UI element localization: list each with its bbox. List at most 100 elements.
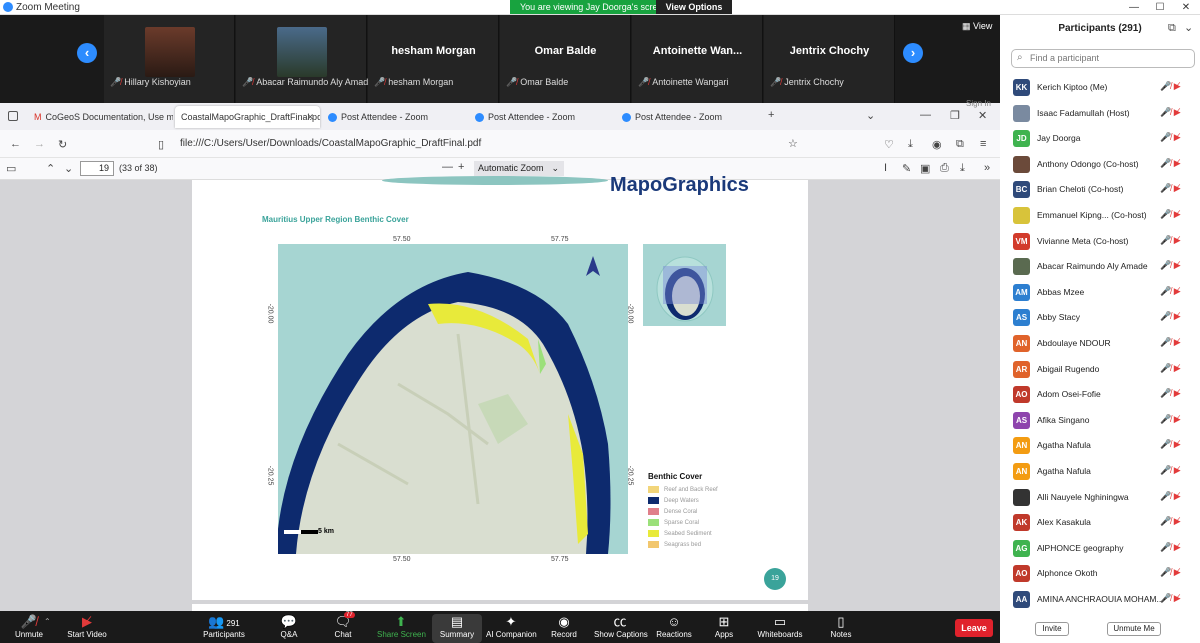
participant-row[interactable]: AA AMINA ANCHRAOUIA MOHAM... 🎤̸ ▶̸ — [1000, 589, 1200, 615]
tab-list-icon[interactable]: ⌄ — [866, 109, 875, 122]
participant-row[interactable]: Emmanuel Kipng... (Co-host) 🎤̸ ▶̸ — [1000, 205, 1200, 231]
record-button[interactable]: ◉ Record — [550, 614, 578, 643]
participants-button[interactable]: 👥 291 Participants — [200, 614, 248, 643]
participant-row[interactable]: AN Agatha Nafula 🎤̸ ▶̸ — [1000, 461, 1200, 487]
text-tool-icon[interactable]: I — [884, 162, 887, 174]
pdf-sidebar-icon[interactable]: ▭ — [6, 162, 16, 175]
participant-row[interactable]: JD Jay Doorga 🎤̸ ▶̸ — [1000, 128, 1200, 154]
notes-button[interactable]: ▯ Notes — [828, 614, 854, 643]
participant-row[interactable]: AS Afika Singano 🎤̸ ▶̸ — [1000, 410, 1200, 436]
map-title: Mauritius Upper Region Benthic Cover — [262, 215, 409, 224]
print-icon[interactable]: ⎙ — [940, 162, 949, 175]
leave-button[interactable]: Leave — [955, 619, 993, 637]
map-legend: Benthic Cover Reef and Back Reef Deep Wa… — [648, 472, 718, 552]
participant-row[interactable]: AN Abdoulaye NDOUR 🎤̸ ▶̸ — [1000, 333, 1200, 359]
participant-row[interactable]: AG AlPHONCE geography 🎤̸ ▶̸ — [1000, 538, 1200, 564]
qa-button[interactable]: 💬 Q&A — [274, 614, 304, 643]
minimize-icon[interactable]: — — [920, 109, 931, 121]
browser-tab[interactable]: Post Attendee - Zoom — [469, 106, 614, 128]
participant-row[interactable]: AK Alex Kasakula 🎤̸ ▶̸ — [1000, 512, 1200, 538]
reload-icon[interactable]: ↻ — [58, 138, 67, 151]
participant-row[interactable]: BC Brian Cheloti (Co-host) 🎤̸ ▶̸ — [1000, 179, 1200, 205]
video-off-icon: ▶̸ — [1173, 157, 1181, 168]
restore-icon[interactable]: ❐ — [950, 109, 960, 122]
sidebar-toggle-icon[interactable] — [8, 111, 18, 121]
reactions-button[interactable]: ☺ Reactions — [656, 614, 692, 643]
video-tile[interactable]: 🎤̸ Hillary Kishoyian — [104, 15, 235, 103]
video-tile[interactable]: hesham Morgan 🎤̸ hesham Morgan — [368, 15, 499, 103]
strip-next-button[interactable]: › — [903, 43, 923, 63]
participant-row[interactable]: VM Vivianne Meta (Co-host) 🎤̸ ▶̸ — [1000, 231, 1200, 257]
page-number-input[interactable]: 19 — [80, 161, 114, 176]
participant-search-input[interactable]: Find a participant — [1011, 49, 1195, 68]
view-button[interactable]: ▦ View — [962, 21, 992, 32]
participant-row[interactable]: AM Abbas Mzee 🎤̸ ▶̸ — [1000, 282, 1200, 308]
close-panel-icon[interactable]: ⌄ — [1184, 21, 1193, 34]
participant-avatar: AO — [1013, 565, 1030, 583]
participant-row[interactable]: AN Agatha Nafula 🎤̸ ▶̸ — [1000, 435, 1200, 461]
browser-tab[interactable]: Post Attendee - Zoom — [616, 106, 761, 128]
view-options-button[interactable]: View Options — [656, 0, 732, 14]
summary-button[interactable]: ▤ Summary — [432, 614, 482, 643]
popout-icon[interactable]: ⧉ — [1168, 22, 1176, 35]
participant-row[interactable]: KK Kerich Kiptoo (Me) 🎤̸ ▶̸ — [1000, 77, 1200, 103]
video-tile[interactable]: 🎤̸ Abacar Raimundo Aly Amade — [236, 15, 373, 103]
invite-button[interactable]: Invite — [1035, 622, 1069, 636]
close-tab-icon[interactable]: ✕ — [306, 106, 314, 128]
draw-tool-icon[interactable]: ✎ — [902, 162, 911, 175]
maximize-button[interactable]: ☐ — [1148, 0, 1172, 15]
participant-row[interactable]: Abacar Raimundo Aly Amade 🎤̸ ▶̸ — [1000, 256, 1200, 282]
url-field[interactable]: file:///C:/Users/User/Downloads/CoastalM… — [180, 138, 481, 149]
zoom-out-icon[interactable]: — — [442, 161, 453, 173]
zoom-select[interactable]: Automatic Zoom ⌄ — [474, 161, 564, 176]
participant-row[interactable]: Anthony Odongo (Co-host) 🎤̸ ▶̸ — [1000, 154, 1200, 180]
forward-icon[interactable]: → — [34, 138, 45, 150]
back-icon[interactable]: ← — [10, 138, 21, 150]
unmute-me-button[interactable]: Unmute Me — [1107, 622, 1161, 636]
new-tab-icon[interactable]: + — [768, 109, 774, 121]
participant-row[interactable]: Isaac Fadamullah (Host) 🎤̸ ▶̸ — [1000, 103, 1200, 129]
close-window-icon[interactable]: ✕ — [978, 109, 987, 122]
account-icon[interactable]: ◉ — [932, 138, 942, 151]
image-tool-icon[interactable]: ▣ — [920, 162, 930, 175]
apps-button[interactable]: ⊞ Apps — [712, 614, 736, 643]
sign-in-text[interactable]: Sign In — [966, 99, 991, 108]
ai-sparkle-icon: ✦ — [505, 614, 517, 629]
extensions-icon[interactable]: ⧉ — [956, 138, 964, 151]
participant-row[interactable]: AO Adom Osei-Fofie 🎤̸ ▶̸ — [1000, 384, 1200, 410]
video-tile[interactable]: Omar Balde 🎤̸ Omar Balde — [500, 15, 631, 103]
muted-mic-icon: 🎤̸ — [1160, 593, 1174, 603]
show-captions-button[interactable]: ㏄ Show Captions — [594, 614, 648, 643]
share-screen-button[interactable]: ⬆ Share Screen — [377, 614, 426, 643]
strip-prev-button[interactable]: ‹ — [77, 43, 97, 63]
zoom-in-icon[interactable]: + — [458, 161, 464, 173]
save-icon[interactable]: ⤓ — [960, 162, 965, 175]
minimize-button[interactable]: — — [1122, 0, 1146, 15]
start-video-button[interactable]: ▶̸ Start Video — [64, 614, 110, 643]
download-icon[interactable]: ⤓ — [908, 138, 913, 151]
video-tile[interactable]: Antoinette Wan... 🎤̸ Antoinette Wangari — [632, 15, 763, 103]
pocket-icon[interactable]: ♡ — [884, 138, 894, 151]
video-tile[interactable]: Jentrix Chochy 🎤̸ Jentrix Chochy — [764, 15, 895, 103]
gmail-icon: M — [34, 112, 42, 122]
bookmark-star-icon[interactable]: ☆ — [788, 137, 798, 150]
ai-companion-button[interactable]: ✦ AI Companion — [486, 614, 537, 643]
menu-icon[interactable]: ≡ — [980, 138, 986, 150]
browser-tab[interactable]: Post Attendee - Zoom — [322, 106, 467, 128]
previous-page-icon[interactable]: ⌃ — [46, 162, 55, 175]
muted-mic-icon: 🎤̸ — [1160, 516, 1174, 527]
audio-options-chevron-icon[interactable]: ⌃ — [44, 617, 51, 626]
browser-tab[interactable]: M CoGeoS Documentation, Use m — [28, 106, 173, 128]
participant-row[interactable]: AR Abigail Rugendo 🎤̸ ▶̸ — [1000, 359, 1200, 385]
more-tools-icon[interactable]: » — [984, 162, 990, 174]
browser-tab-active[interactable]: CoastalMapoGraphic_DraftFinal.pdf ✕ — [175, 106, 320, 128]
whiteboards-button[interactable]: ▭ Whiteboards — [756, 614, 804, 643]
participant-row[interactable]: Alli Nauyele Nghiningwa 🎤̸ ▶̸ — [1000, 487, 1200, 513]
participant-row[interactable]: AO Alphonce Okoth 🎤̸ ▶̸ — [1000, 563, 1200, 589]
coord-label: 57.50 — [393, 236, 411, 243]
close-button[interactable]: ✕ — [1174, 0, 1198, 15]
participant-avatar: AN — [1013, 437, 1030, 455]
participant-row[interactable]: AS Abby Stacy 🎤̸ ▶̸ — [1000, 307, 1200, 333]
chat-button[interactable]: 🗨 77 Chat — [330, 612, 356, 643]
next-page-icon[interactable]: ⌄ — [64, 162, 73, 175]
